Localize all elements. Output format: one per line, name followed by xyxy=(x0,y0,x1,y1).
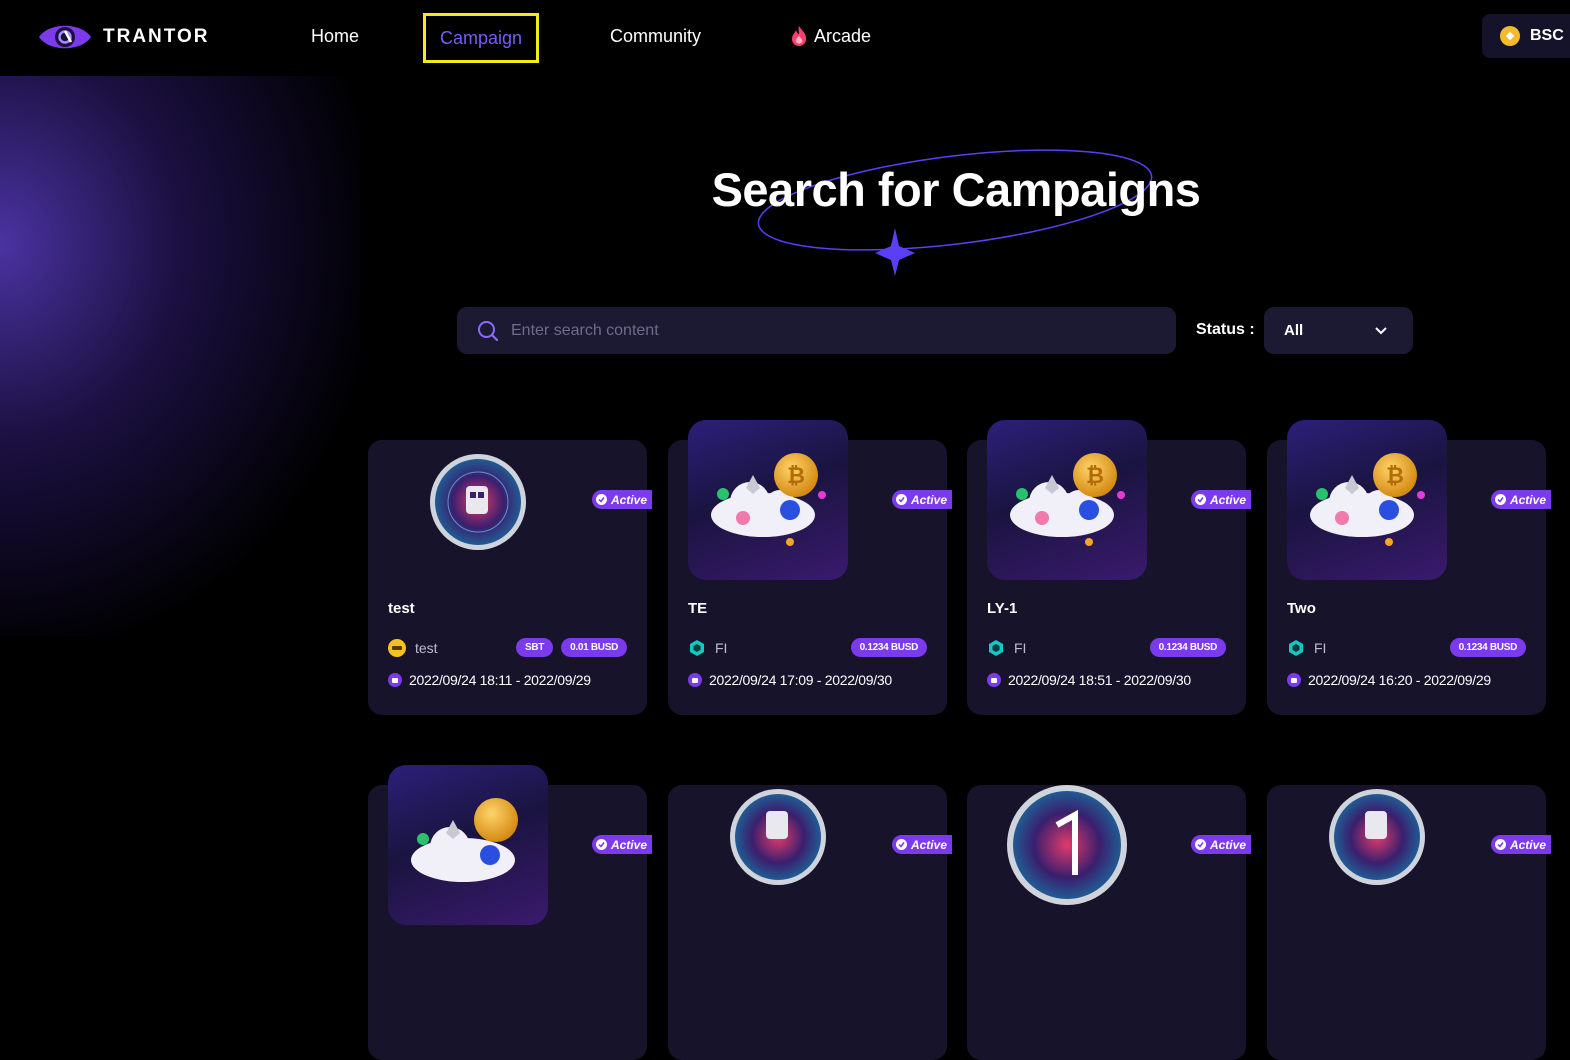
status-badge: Active xyxy=(1190,835,1251,854)
reward-tag: 0.1234 BUSD xyxy=(1149,638,1226,657)
campaign-name: TE xyxy=(688,600,708,617)
check-icon xyxy=(895,839,907,850)
brand-name: TRANTOR xyxy=(103,26,210,47)
nav-arcade-label: Arcade xyxy=(814,26,872,46)
campaign-card[interactable]: ₿ Active TE FI 0.1234 BUSD 2022/09/24 17… xyxy=(668,420,952,715)
campaign-graffiti-badge-art xyxy=(688,765,848,925)
nav-arcade[interactable]: Arcade xyxy=(790,24,871,48)
status-badge: Active xyxy=(1490,490,1551,509)
svg-text:₿: ₿ xyxy=(1086,463,1104,488)
bnb-icon xyxy=(1500,26,1520,46)
project-cube-icon xyxy=(1289,639,1303,656)
campaign-card[interactable]: ₿ Active Two FI 0.1234 BUSD 2022/09/24 1… xyxy=(1267,420,1551,715)
project-cube-icon xyxy=(989,639,1003,656)
check-icon xyxy=(1194,494,1206,505)
calendar-icon xyxy=(388,673,402,687)
chevron-down-icon xyxy=(1375,326,1387,334)
status-filter-value: All xyxy=(1284,322,1304,339)
campaign-graffiti-badge-art xyxy=(388,420,548,580)
status-badge: Active xyxy=(591,490,652,509)
reward-tag: 0.1234 BUSD xyxy=(1449,638,1526,657)
check-icon xyxy=(595,839,607,850)
campaign-name: test xyxy=(388,600,415,617)
campaign-meta: FI 0.1234 BUSD xyxy=(688,638,927,657)
campaign-card[interactable]: Active xyxy=(967,785,1251,1060)
search-input[interactable] xyxy=(509,320,1133,341)
campaign-crypto-cloud-art xyxy=(388,765,548,925)
campaign-dates: 2022/09/24 17:09 - 2022/09/30 xyxy=(688,672,892,688)
type-tag: SBT xyxy=(516,638,554,657)
brand-logo[interactable]: TRANTOR xyxy=(37,18,210,56)
campaign-crypto-cloud-art: ₿ xyxy=(987,420,1147,580)
project-name: FI xyxy=(715,639,728,656)
page-title: Search for Campaigns xyxy=(711,163,1201,216)
project-cube-icon xyxy=(690,639,704,656)
campaign-card[interactable]: Active xyxy=(368,765,652,1060)
calendar-icon xyxy=(987,673,1001,687)
campaign-dates: 2022/09/24 18:11 - 2022/09/29 xyxy=(388,672,591,688)
top-navbar: TRANTOR Home Campaign Community Arcade B… xyxy=(0,0,1570,76)
background-glow xyxy=(0,76,360,636)
campaign-dates: 2022/09/24 16:20 - 2022/09/29 xyxy=(1287,672,1491,688)
campaign-card[interactable]: Active test test SBT 0.01 BUSD 2022/09/2… xyxy=(368,440,652,715)
trantor-eye-icon xyxy=(39,25,91,49)
nav-campaign[interactable]: Campaign xyxy=(423,13,540,63)
check-icon xyxy=(1194,839,1206,850)
campaign-graffiti-badge-art xyxy=(1287,765,1447,925)
project-name: test xyxy=(415,639,438,656)
status-badge: Active xyxy=(891,835,952,854)
status-filter-label: Status : xyxy=(1196,321,1255,338)
calendar-icon xyxy=(688,673,702,687)
status-badge: Active xyxy=(591,835,652,854)
status-badge: Active xyxy=(1490,835,1551,854)
campaign-crypto-cloud-art: ₿ xyxy=(688,420,848,580)
check-icon xyxy=(1494,839,1506,850)
campaign-graphic-badge-art xyxy=(987,765,1147,925)
svg-text:₿: ₿ xyxy=(787,463,805,488)
campaign-name: LY-1 xyxy=(987,600,1018,617)
search-bar xyxy=(457,307,1176,354)
nav-community[interactable]: Community xyxy=(610,24,701,48)
project-logo-icon xyxy=(388,638,406,657)
campaign-crypto-cloud-art: ₿ xyxy=(1287,420,1447,580)
arcade-flame-icon xyxy=(792,26,807,46)
project-name: FI xyxy=(1314,639,1327,656)
reward-tag: 0.1234 BUSD xyxy=(850,638,927,657)
reward-tag: 0.01 BUSD xyxy=(561,638,627,657)
search-icon xyxy=(478,320,499,341)
status-badge: Active xyxy=(891,490,952,509)
campaign-dates: 2022/09/24 18:51 - 2022/09/30 xyxy=(987,672,1191,688)
check-icon xyxy=(595,494,607,505)
campaign-meta: FI 0.1234 BUSD xyxy=(1287,638,1526,657)
status-badge: Active xyxy=(1190,490,1251,509)
campaign-name: Two xyxy=(1287,600,1316,617)
check-icon xyxy=(895,494,907,505)
project-name: FI xyxy=(1014,639,1027,656)
campaign-meta: test SBT 0.01 BUSD xyxy=(388,638,627,657)
campaign-meta: FI 0.1234 BUSD xyxy=(987,638,1226,657)
campaign-card[interactable]: Active xyxy=(1267,785,1551,1060)
network-label: BSC xyxy=(1530,27,1564,44)
network-selector[interactable]: BSC xyxy=(1482,14,1570,58)
calendar-icon xyxy=(1287,673,1301,687)
campaign-card[interactable]: Active xyxy=(668,785,952,1060)
campaign-card[interactable]: ₿ Active LY-1 FI 0.1234 BUSD 2022/09/24 … xyxy=(967,420,1251,715)
check-icon xyxy=(1494,494,1506,505)
nav-home[interactable]: Home xyxy=(311,24,359,48)
svg-text:₿: ₿ xyxy=(1386,463,1404,488)
status-filter-select[interactable]: All xyxy=(1264,307,1413,354)
